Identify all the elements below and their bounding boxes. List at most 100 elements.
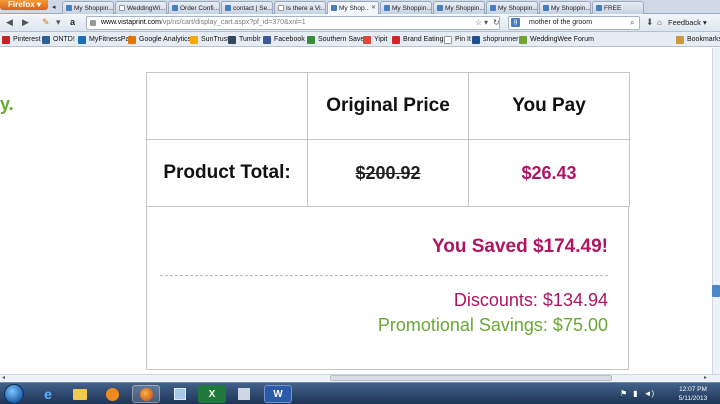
bookmark-label: Pinterest (13, 36, 41, 43)
scroll-left-arrow-icon[interactable]: ◂ (2, 374, 5, 382)
tab-label: My Shop... (339, 4, 369, 12)
bookmark-favicon-icon (2, 35, 10, 44)
bookmark-item[interactable]: Pin It (444, 34, 471, 45)
browser-tab[interactable]: My Shoppin... (539, 1, 591, 14)
you-pay-value: $26.43 (468, 139, 630, 207)
back-icon[interactable]: ◀ (6, 17, 13, 28)
original-price-value: $200.92 (307, 139, 469, 207)
system-tray: ⚑ ▮ ◄) (620, 389, 654, 398)
bookmarks-menu-button[interactable]: Bookmarks (676, 34, 720, 45)
tab-label: My Shoppin... (74, 4, 113, 12)
tab-favicon-icon (66, 5, 72, 11)
firefox-taskbar-icon[interactable] (132, 385, 160, 403)
tab-label: FREE (604, 4, 622, 12)
url-bar[interactable]: www.vistaprint.com/vp/ns/cart/display_ca… (86, 16, 500, 30)
excel-icon[interactable]: X (198, 385, 226, 403)
bookmark-item[interactable]: Facebook (263, 34, 305, 45)
reload-icon[interactable]: ↻ (493, 17, 500, 28)
bookmark-item[interactable]: Brand Eating (392, 34, 443, 45)
bookmark-label: Brand Eating (403, 36, 444, 43)
bookmark-item[interactable]: SunTrust (190, 34, 229, 45)
browser-tab[interactable]: My Shoppin... (433, 1, 485, 14)
tab-label: Is there a Vi... (286, 4, 325, 12)
network-icon[interactable]: ▮ (633, 389, 637, 398)
bookmark-item[interactable]: shoprunner (472, 34, 518, 45)
close-tab-icon[interactable]: ✕ (371, 3, 376, 14)
tab-favicon-icon (331, 5, 337, 11)
file-explorer-icon[interactable] (66, 385, 94, 403)
bookmark-item[interactable]: Tumblr (228, 34, 261, 45)
bookmark-favicon-icon (78, 35, 86, 44)
word-icon[interactable]: W (264, 385, 292, 403)
app-taskbar-icon[interactable] (166, 385, 194, 403)
tab-label: My Shoppin... (498, 4, 537, 12)
dropdown-icon[interactable]: ▾ (56, 17, 61, 28)
vertical-scrollbar-thumb[interactable] (712, 285, 720, 297)
url-host: www.vistaprint.com (101, 19, 161, 26)
google-search-engine-icon[interactable]: g (511, 18, 520, 27)
tab-label: contact | Se... (233, 4, 272, 12)
tab-favicon-icon (596, 5, 602, 11)
bookmark-favicon-icon (307, 35, 315, 44)
search-value: mother of the groom (529, 19, 593, 26)
bookmark-item[interactable]: MyFitnessPal (78, 34, 131, 45)
discounts-amount: Discounts: $134.94 (453, 290, 608, 310)
feedback-button[interactable]: Feedback ▾ (668, 17, 707, 28)
scroll-right-arrow-icon[interactable]: ▸ (704, 374, 707, 382)
browser-tab[interactable]: FREE (592, 1, 644, 14)
browser-tab[interactable]: WeddingWi... (115, 1, 167, 14)
truncated-text-fragment: y. (0, 94, 14, 114)
history-dropdown-icon[interactable]: ▾ (484, 17, 488, 28)
bookmark-item[interactable]: Google Analytics (128, 34, 191, 45)
bookmark-item[interactable]: Southern Savers (307, 34, 370, 45)
bookmark-item[interactable]: Yipit (363, 34, 387, 45)
start-button[interactable] (4, 384, 24, 404)
home-icon[interactable]: ⌂ (657, 17, 662, 28)
browser-tab[interactable]: Is there a Vi... (274, 1, 326, 14)
bookmark-item[interactable]: Pinterest (2, 34, 41, 45)
bookmark-star-icon[interactable]: ☆ (475, 17, 482, 28)
amazon-icon[interactable]: a (70, 17, 75, 28)
vertical-scrollbar[interactable] (712, 48, 720, 374)
browser-tab[interactable]: My Shop... ✕ (327, 1, 379, 14)
search-input[interactable]: mother of the groom (508, 16, 640, 30)
search-magnifier-icon[interactable]: ⌕ (630, 17, 634, 28)
tab-label: My Shoppin... (392, 4, 431, 12)
bookmarks-toolbar: Bookmarks Pinterest ONTD! MyFitnessPal Goog… (0, 32, 720, 47)
bookmark-item[interactable]: WeddingWee Forum (519, 34, 594, 45)
browser-tab[interactable]: My Shoppin... (380, 1, 432, 14)
original-price-header: Original Price (307, 72, 469, 140)
bookmark-label: shoprunner (483, 36, 519, 43)
bookmark-favicon-icon (228, 35, 236, 44)
bookmark-label: Google Analytics (139, 36, 192, 43)
tab-favicon-icon (384, 5, 390, 11)
tab-list: My Shoppin... WeddingWi... Order Confi... c… (62, 1, 645, 14)
product-total-row: Product Total: $200.92 $26.43 (146, 139, 630, 207)
tab-favicon-icon (278, 5, 284, 11)
bookmark-item[interactable]: ONTD! (42, 34, 75, 45)
tab-favicon-icon (437, 5, 443, 11)
browser-tab[interactable]: My Shoppin... (62, 1, 114, 14)
taskbar-clock[interactable]: 12:07 PM 5/11/2013 (670, 385, 716, 403)
bookmarks-folder-icon (676, 35, 684, 44)
download-icon[interactable]: ⬇ (646, 17, 654, 28)
browser-tab[interactable]: contact | Se... (221, 1, 273, 14)
price-table: Original Price You Pay Product Total: $2… (146, 72, 630, 207)
action-center-flag-icon[interactable]: ⚑ (620, 389, 627, 398)
page-content: y. Original Price You Pay Product Total:… (0, 48, 712, 374)
tab-scroll-left-icon[interactable]: ◂ (52, 3, 56, 11)
browser-tab[interactable]: Order Confi... (168, 1, 220, 14)
tab-label: My Shoppin... (445, 4, 484, 12)
bookmark-label: Pin It (455, 36, 471, 43)
url-path: /vp/ns/cart/display_cart.aspx?pf_id=370&… (160, 19, 306, 26)
volume-icon[interactable]: ◄) (644, 389, 655, 398)
internet-explorer-icon[interactable]: e (34, 385, 62, 403)
browser-tab[interactable]: My Shoppin... (486, 1, 538, 14)
media-player-icon[interactable] (98, 385, 126, 403)
notes-taskbar-icon[interactable] (230, 385, 258, 403)
bookmark-favicon-icon (392, 35, 400, 44)
pencil-icon[interactable]: ✎ (42, 17, 50, 28)
horizontal-scrollbar-thumb[interactable] (330, 375, 612, 381)
forward-icon[interactable]: ▶ (22, 17, 29, 28)
firefox-menu-button[interactable]: Firefox ▾ (0, 0, 48, 10)
